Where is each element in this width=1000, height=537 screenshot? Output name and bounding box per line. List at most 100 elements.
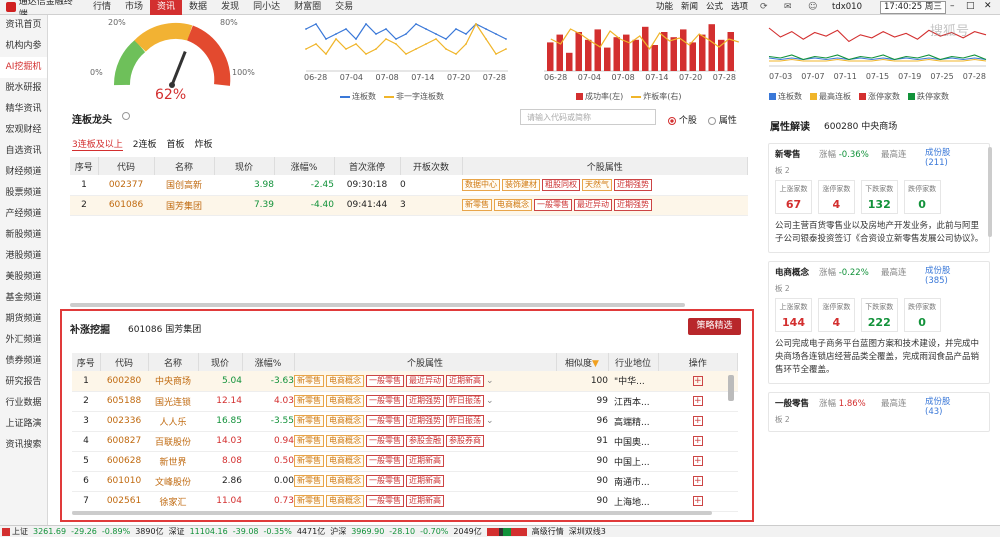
tab-3lianban[interactable]: 3连板及以上 [72,137,123,151]
col-open[interactable]: 开板次数 [400,157,463,175]
tag[interactable]: 粗股同权 [542,178,580,191]
add-icon[interactable]: + [692,416,703,426]
table-row[interactable]: 2 605188 国光连锁 12.14 4.03 新零售 电商概念 一般零售 近期强势… [72,391,738,412]
sidebar-item-us[interactable]: 美股频道 [0,267,47,288]
cell-code[interactable]: 601010 [100,471,148,492]
sidebar-item-search[interactable]: 资讯搜索 [0,435,47,456]
cell-code[interactable]: 002336 [100,411,148,432]
col-attr[interactable]: 个股属性 [294,353,557,371]
tag[interactable]: 新零售 [462,199,492,211]
col-attr[interactable]: 个股属性 [462,157,748,175]
sidebar-item-custom[interactable]: 自选资讯 [0,141,47,162]
advanced-quotes[interactable]: 高级行情 [532,526,564,537]
sh-label[interactable]: 上证 [12,526,28,537]
tag[interactable]: 新零售 [294,415,324,427]
col-name[interactable]: 名称 [154,157,215,175]
tag[interactable]: 一般零售 [366,395,404,407]
menu-discover[interactable]: 发现 [214,0,246,15]
col-code[interactable]: 代码 [98,157,155,175]
col-no[interactable]: 序号 [70,157,99,175]
chat-icon[interactable]: ✉ [784,2,792,12]
cell-code[interactable]: 002377 [98,175,154,196]
tag[interactable]: 一般零售 [366,475,404,487]
menu-news-top[interactable]: 新闻 [677,0,702,15]
attr-name[interactable]: 电商概念 [775,266,819,278]
add-icon[interactable]: + [692,476,703,486]
tag[interactable]: 新零售 [294,374,324,387]
menu-market[interactable]: 市场 [118,0,150,15]
tag[interactable]: 近期强势 [406,415,444,427]
col-first[interactable]: 首次涨停 [334,157,401,175]
radio-attr[interactable]: 属性 [708,113,737,126]
tag[interactable]: 天然气 [582,178,612,191]
dragon-info-icon[interactable] [122,112,130,120]
tag[interactable]: 数据中心 [462,178,500,191]
menu-function[interactable]: 功能 [652,0,677,15]
tag[interactable]: 电商概念 [326,374,364,387]
cell-name[interactable]: 百联股份 [148,431,198,452]
tag[interactable]: 一般零售 [366,495,404,507]
tag[interactable]: 新零售 [294,455,324,467]
tag[interactable]: 一般零售 [366,374,404,387]
dragon-scrollbar[interactable] [70,303,685,307]
tag[interactable]: 电商概念 [326,455,364,467]
sidebar-item-industry-data[interactable]: 行业数据 [0,393,47,414]
attr-stocks-link[interactable]: 成份股 (385) [925,266,951,286]
refresh-icon[interactable]: ⟳ [760,2,768,12]
cell-name[interactable]: 人人乐 [148,411,198,432]
tag[interactable]: 近期强势 [614,199,652,211]
cell-name[interactable]: 国创高新 [154,175,214,196]
col-code[interactable]: 代码 [100,353,149,371]
tag[interactable]: 装饰建材 [502,178,540,191]
col-chg[interactable]: 涨幅% [274,157,335,175]
menu-options[interactable]: 选项 [727,0,752,15]
tag[interactable]: 参股券商 [446,435,484,447]
tag[interactable]: 昨日振荡 [446,415,484,427]
cell-name[interactable]: 国芳集团 [154,195,214,216]
sidebar-item-industry[interactable]: 产经频道 [0,204,47,225]
minimize-icon[interactable]: – [950,1,955,11]
sidebar-item-stock[interactable]: 股票频道 [0,183,47,204]
cell-name[interactable]: 文峰股份 [148,471,198,492]
col-op[interactable]: 操作 [658,353,738,371]
user-icon[interactable]: ☺ [808,2,817,12]
col-ind[interactable]: 行业地位 [608,353,659,371]
col-name[interactable]: 名称 [148,353,199,371]
attr-name[interactable]: 新零售 [775,148,819,160]
tag[interactable]: 一般零售 [366,455,404,467]
sidebar-item-futures[interactable]: 期货频道 [0,309,47,330]
tab-zhaban[interactable]: 炸板 [194,137,212,151]
tag[interactable]: 一般零售 [534,199,572,211]
sidebar-item-fx[interactable]: 外汇频道 [0,330,47,351]
sidebar-item-ipo[interactable]: 新股频道 [0,225,47,246]
add-icon[interactable]: + [692,375,703,386]
menu-trade[interactable]: 交易 [328,0,360,15]
col-price[interactable]: 现价 [214,157,275,175]
col-no[interactable]: 序号 [72,353,101,371]
feed-server[interactable]: 深圳双线3 [569,526,606,537]
cell-name[interactable]: 徐家汇 [148,491,198,512]
tag[interactable]: 近期新高 [446,374,484,387]
tag[interactable]: 新零售 [294,495,324,507]
tag[interactable]: 电商概念 [494,199,532,211]
col-sim[interactable]: 相似度▼ [556,353,609,371]
table-row[interactable]: 1 002377 国创高新 3.98 -2.45 09:30:18 0 数据中心… [70,175,748,196]
tag[interactable]: 最近异动 [574,199,612,211]
sidebar-item-macro[interactable]: 宏观财经 [0,120,47,141]
tab-shouban[interactable]: 首板 [166,137,184,151]
table-row[interactable]: 7 002561 徐家汇 11.04 0.73 新零售 电商概念 一般零售 近期新高 … [72,491,738,512]
chevron-down-icon[interactable]: ⌄ [486,416,494,426]
sidebar-item-research[interactable]: 脱水研报 [0,78,47,99]
sidebar-item-bond[interactable]: 债券频道 [0,351,47,372]
col-price[interactable]: 现价 [198,353,243,371]
table-row[interactable]: 3 002336 人人乐 16.85 -3.55 新零售 电商概念 一般零售 近期强势… [72,411,738,432]
sidebar-item-fund[interactable]: 基金频道 [0,288,47,309]
sidebar-item-ai[interactable]: AI挖掘机 [0,57,47,78]
hs-label[interactable]: 沪深 [330,526,346,537]
col-chg[interactable]: 涨幅% [242,353,295,371]
tag[interactable]: 近期强势 [406,395,444,407]
cell-code[interactable]: 002561 [100,491,148,512]
table-row[interactable]: 2 601086 国芳集团 7.39 -4.40 09:41:44 3 新零售电… [70,195,748,216]
sidebar-item-essence[interactable]: 精华资讯 [0,99,47,120]
tag[interactable]: 电商概念 [326,475,364,487]
